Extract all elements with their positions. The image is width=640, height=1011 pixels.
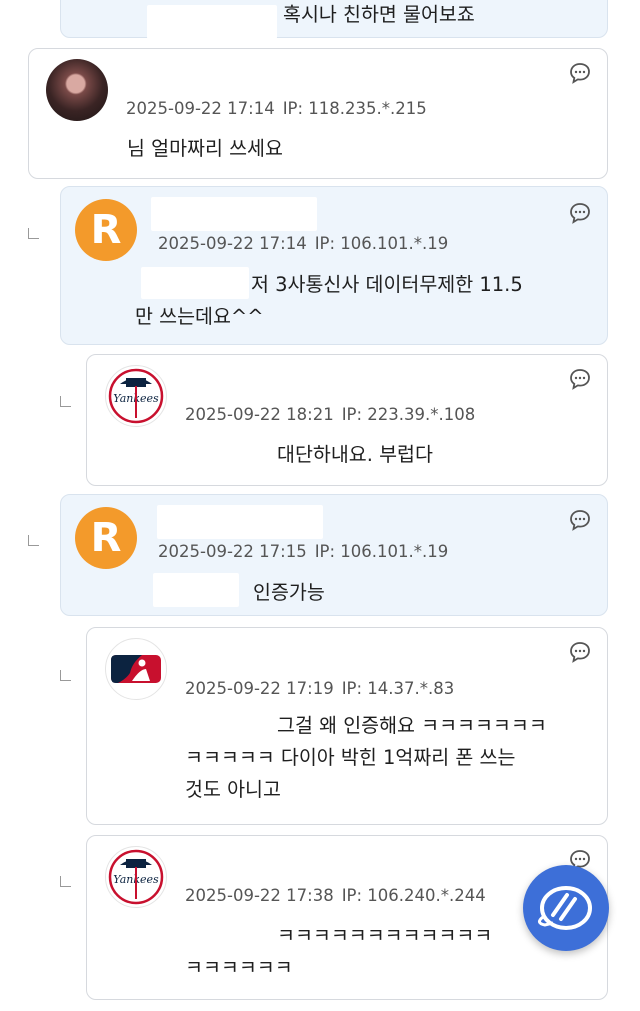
comment-meta: 2025-09-22 17:15 IP: 106.101.*.19 bbox=[158, 542, 448, 561]
comment-card-nested: Yankees 2025-09-22 18:21 IP: 223.39.*.108… bbox=[86, 354, 608, 486]
reply-bubble-icon[interactable] bbox=[569, 62, 591, 84]
floating-chat-button[interactable] bbox=[523, 865, 609, 951]
masked-nickname bbox=[147, 5, 277, 39]
reply-bubble-icon[interactable] bbox=[569, 368, 591, 390]
comment-text: ㅋㅋㅋㅋㅋㅋㅋㅋㅋㅋㅋㅋ ㅋㅋㅋㅋㅋㅋ bbox=[185, 924, 493, 979]
masked-mention bbox=[153, 573, 239, 607]
comment-date: 2025-09-22 17:19 bbox=[185, 679, 334, 698]
comment-card-reply: R 2025-09-22 17:14 IP: 106.101.*.19 저 3사통… bbox=[60, 186, 608, 345]
comment-ip: IP: 106.240.*.244 bbox=[341, 886, 486, 905]
comment-text: 저 3사통신사 데이터무제한 11.5 만 쓰는데요^^ bbox=[135, 273, 523, 328]
comment-meta: 2025-09-22 18:21 IP: 223.39.*.108 bbox=[185, 405, 475, 424]
comment-meta: 2025-09-22 17:14 IP: 118.235.*.215 bbox=[126, 99, 427, 118]
user-avatar[interactable]: R bbox=[75, 507, 137, 569]
masked-nickname bbox=[151, 197, 317, 231]
comment-date: 2025-09-22 17:38 bbox=[185, 886, 334, 905]
user-avatar[interactable]: Yankees bbox=[105, 365, 167, 427]
comment-text: 그걸 왜 인증해요 ㅋㅋㅋㅋㅋㅋㅋ ㅋㅋㅋㅋㅋ 다이아 박힌 1억짜리 폰 쓰는… bbox=[185, 714, 547, 801]
comment-ip: IP: 106.101.*.19 bbox=[314, 542, 449, 561]
reply-branch-icon bbox=[60, 876, 71, 887]
user-avatar[interactable] bbox=[105, 638, 167, 700]
masked-nickname bbox=[121, 59, 233, 89]
comment-text: 인증가능 bbox=[253, 581, 325, 604]
comment-date: 2025-09-22 18:21 bbox=[185, 405, 334, 424]
comment-card-nested: 2025-09-22 17:19 IP: 14.37.*.83 그걸 왜 인증해요… bbox=[86, 627, 608, 825]
reply-bubble-icon[interactable] bbox=[569, 509, 591, 531]
comment-text: 님 얼마짜리 쓰세요 bbox=[127, 137, 283, 160]
comment-meta: 2025-09-22 17:38 IP: 106.240.*.244 bbox=[185, 886, 486, 905]
user-avatar[interactable] bbox=[46, 59, 108, 121]
masked-nickname bbox=[181, 365, 253, 399]
comment-card: 2025-09-22 17:14 IP: 118.235.*.215 님 얼마짜리… bbox=[28, 48, 608, 179]
reply-branch-icon bbox=[60, 396, 71, 407]
comment-card-reply: R 2025-09-22 17:15 IP: 106.101.*.19 인증가능 bbox=[60, 494, 608, 616]
reply-branch-icon bbox=[28, 228, 39, 239]
floating-chat-icon bbox=[538, 886, 592, 930]
comment-ip: IP: 14.37.*.83 bbox=[341, 679, 455, 698]
reply-branch-icon bbox=[28, 535, 39, 546]
comment-date: 2025-09-22 17:15 bbox=[158, 542, 307, 561]
user-avatar[interactable]: Yankees bbox=[105, 846, 167, 908]
comment-text: 대단하내요. 부럽다 bbox=[277, 443, 433, 466]
masked-nickname bbox=[185, 638, 281, 672]
reply-branch-icon bbox=[60, 670, 71, 681]
masked-nickname bbox=[181, 848, 257, 882]
reply-bubble-icon[interactable] bbox=[569, 641, 591, 663]
mlb-logo-icon bbox=[111, 655, 161, 683]
reply-bubble-icon[interactable] bbox=[569, 202, 591, 224]
comment-ip: IP: 106.101.*.19 bbox=[314, 234, 449, 253]
comment-date: 2025-09-22 17:14 bbox=[158, 234, 307, 253]
yankees-logo-icon: Yankees bbox=[108, 368, 164, 424]
user-avatar[interactable]: R bbox=[75, 199, 137, 261]
comment-meta: 2025-09-22 17:19 IP: 14.37.*.83 bbox=[185, 679, 454, 698]
comment-ip: IP: 223.39.*.108 bbox=[341, 405, 476, 424]
comment-meta: 2025-09-22 17:14 IP: 106.101.*.19 bbox=[158, 234, 448, 253]
yankees-logo-icon: Yankees bbox=[108, 849, 164, 905]
comment-ip: IP: 118.235.*.215 bbox=[282, 99, 427, 118]
comment-card: 혹시나 친하면 물어보죠 bbox=[60, 0, 608, 39]
comment-text: 혹시나 친하면 물어보죠 bbox=[283, 3, 475, 26]
masked-nickname bbox=[157, 505, 323, 539]
comment-date: 2025-09-22 17:14 bbox=[126, 99, 275, 118]
